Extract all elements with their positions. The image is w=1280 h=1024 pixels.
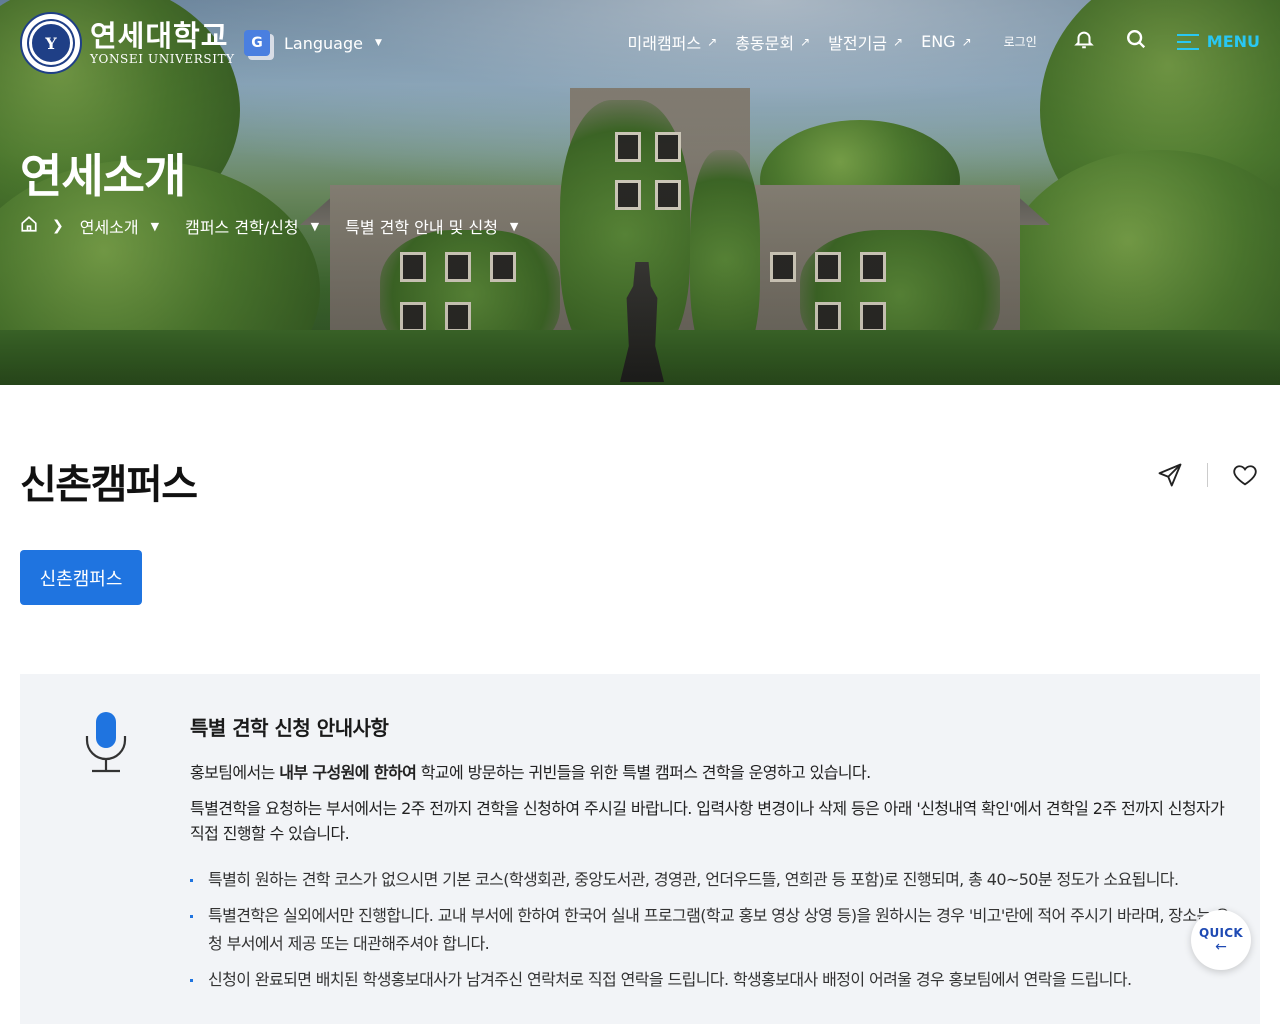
breadcrumb-label: 특별 견학 안내 및 신청 [345, 218, 498, 237]
microphone-icon [84, 712, 128, 778]
quick-menu-button[interactable]: QUICK ← [1191, 910, 1251, 970]
external-link-icon: ↗ [961, 34, 972, 49]
logo-korean: 연세대학교 [90, 19, 229, 53]
hamburger-icon [1176, 33, 1199, 51]
nav-link-label: ENG [921, 32, 956, 51]
breadcrumb-item[interactable]: 연세소개 ▼ [80, 214, 159, 238]
list-item: 특별히 원하는 견학 코스가 없으시면 기본 코스(학생회관, 중앙도서관, 경… [190, 866, 1230, 894]
notice-paragraph: 홍보팀에서는 내부 구성원에 한하여 학교에 방문하는 귀빈들을 위한 특별 캠… [190, 763, 871, 782]
search-icon[interactable] [1125, 28, 1147, 55]
nav-link-alumni[interactable]: 총동문회 ↗ [735, 30, 810, 54]
hero-title: 연세소개 [20, 149, 186, 203]
breadcrumb: ❯ 연세소개 ▼ 캠퍼스 견학/신청 ▼ 특별 견학 안내 및 신청 ▼ [20, 214, 544, 238]
arrow-left-icon: ← [1215, 939, 1227, 955]
notice-emphasis: 내부 구성원에 한하여 [279, 763, 417, 782]
nav-link-mirae-campus[interactable]: 미래캠퍼스 ↗ [628, 30, 718, 54]
notice-paragraph: 특별견학을 요청하는 부서에서는 2주 전까지 견학을 신청하여 주시길 바랍니… [190, 799, 1225, 843]
notice-list: 특별히 원하는 견학 코스가 없으시면 기본 코스(학생회관, 중앙도서관, 경… [190, 866, 1230, 1002]
page-actions [1155, 460, 1260, 490]
chevron-down-icon: ▼ [310, 219, 320, 233]
university-logo[interactable]: Y 연세대학교 YONSEI UNIVERSITY [20, 12, 235, 74]
actions-divider [1207, 463, 1208, 487]
external-link-icon: ↗ [800, 34, 811, 49]
nav-link-label: 미래캠퍼스 [627, 33, 702, 53]
breadcrumb-item[interactable]: 캠퍼스 견학/신청 ▼ [185, 214, 319, 238]
breadcrumb-item[interactable]: 특별 견학 안내 및 신청 ▼ [345, 214, 518, 238]
page-title: 신촌캠퍼스 [20, 462, 198, 508]
nav-link-fund[interactable]: 발전기금 ↗ [828, 30, 903, 54]
bell-icon[interactable] [1073, 28, 1095, 55]
external-link-icon: ↗ [893, 34, 904, 49]
university-seal-icon: Y [20, 12, 82, 74]
chevron-right-icon: ❯ [52, 218, 64, 234]
breadcrumb-label: 연세소개 [79, 218, 139, 237]
nav-link-label: 총동문회 [735, 33, 795, 53]
logo-english: YONSEI UNIVERSITY [90, 52, 235, 66]
notice-title: 특별 견학 신청 안내사항 [190, 716, 389, 740]
list-item: 신청이 완료되면 배치된 학생홍보대사가 남겨주신 연락처로 직접 연락을 드립… [190, 966, 1230, 994]
site-header: Y 연세대학교 YONSEI UNIVERSITY G Language ▼ 미… [0, 0, 1280, 86]
home-icon[interactable] [20, 215, 38, 237]
login-link[interactable]: 로그인 [1004, 33, 1037, 50]
caret-down-icon: ▼ [374, 38, 382, 48]
list-item: 특별견학은 실외에서만 진행합니다. 교내 부서에 한하여 한국어 실내 프로그… [190, 902, 1230, 958]
breadcrumb-label: 캠퍼스 견학/신청 [185, 218, 299, 237]
language-label: Language [284, 33, 363, 53]
notice-box: 특별 견학 신청 안내사항 홍보팀에서는 내부 구성원에 한하여 학교에 방문하… [20, 674, 1260, 1024]
logo-text: 연세대학교 YONSEI UNIVERSITY [90, 20, 235, 66]
chevron-down-icon: ▼ [509, 219, 519, 233]
nav-link-eng[interactable]: ENG ↗ [921, 32, 972, 51]
nav-link-label: 발전기금 [828, 33, 888, 53]
external-link-icon: ↗ [707, 34, 718, 49]
google-translate-icon: G [244, 30, 270, 56]
menu-button[interactable]: MENU [1176, 32, 1260, 51]
tab-sinchon-campus[interactable]: 신촌캠퍼스 [20, 550, 142, 605]
chevron-down-icon: ▼ [150, 219, 160, 233]
seal-emblem: Y [29, 21, 73, 65]
heart-icon[interactable] [1230, 460, 1260, 490]
menu-label: MENU [1206, 32, 1260, 51]
quick-label: QUICK [1198, 926, 1243, 940]
top-navigation: 미래캠퍼스 ↗ 총동문회 ↗ 발전기금 ↗ ENG ↗ 로그인 MENU [628, 28, 1260, 55]
share-icon[interactable] [1155, 460, 1185, 490]
language-selector[interactable]: G Language ▼ [244, 30, 382, 56]
